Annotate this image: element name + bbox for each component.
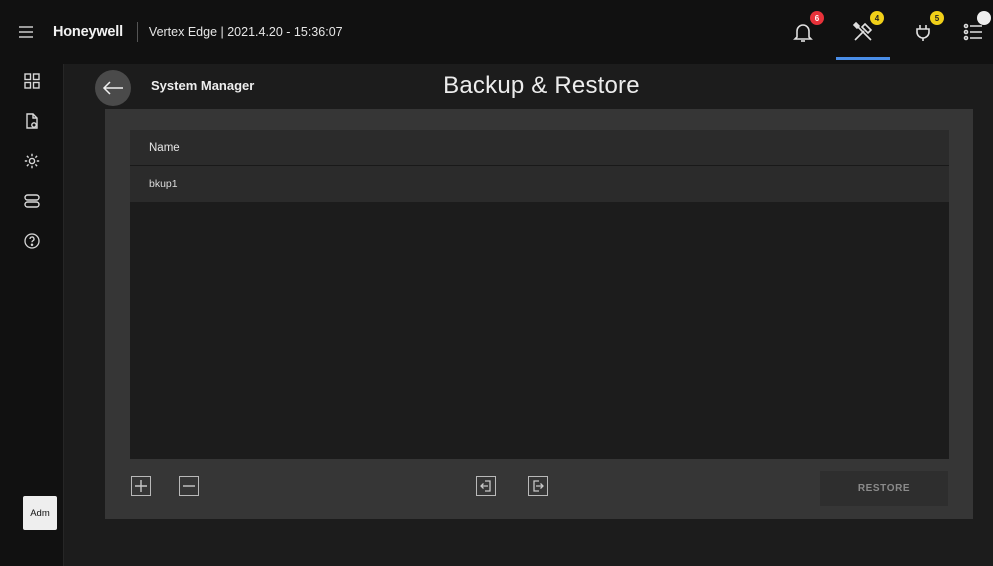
export-icon xyxy=(533,480,544,492)
backup-table: Name bkup1 xyxy=(130,130,949,459)
top-icons: 6 4 5 xyxy=(773,0,993,64)
brand-logo: Honeywell xyxy=(53,24,123,40)
connections-button[interactable]: 5 xyxy=(893,0,953,64)
notification-badge: 6 xyxy=(810,11,824,25)
list-badge xyxy=(977,11,991,25)
bell-icon xyxy=(793,24,813,42)
table-row[interactable]: bkup1 xyxy=(130,166,949,202)
sidebar: Adm xyxy=(0,64,64,566)
connections-badge: 5 xyxy=(930,11,944,25)
plus-icon xyxy=(135,480,147,492)
sidebar-item-devices[interactable] xyxy=(22,191,42,211)
tools-icon xyxy=(852,21,873,41)
tools-button[interactable]: 4 xyxy=(833,0,893,64)
help-icon xyxy=(24,233,40,249)
document-icon xyxy=(26,113,38,129)
plug-icon xyxy=(916,25,930,41)
notifications-button[interactable]: 6 xyxy=(773,0,833,64)
event-list-button[interactable] xyxy=(953,0,993,64)
top-bar: Honeywell Vertex Edge | 2021.4.20 - 15:3… xyxy=(0,0,993,64)
column-header-name[interactable]: Name xyxy=(130,130,949,166)
add-backup-button[interactable] xyxy=(131,476,151,496)
user-avatar[interactable]: Adm xyxy=(23,496,57,530)
sidebar-item-settings[interactable] xyxy=(22,151,42,171)
export-backup-button[interactable] xyxy=(528,476,548,496)
hamburger-menu-icon[interactable] xyxy=(19,26,33,38)
header-divider xyxy=(136,22,138,42)
import-backup-button[interactable] xyxy=(476,476,496,496)
sidebar-item-documents[interactable] xyxy=(22,111,42,131)
minus-icon xyxy=(183,485,195,487)
backup-panel: Name bkup1 RESTORE xyxy=(105,109,973,519)
gear-icon xyxy=(24,153,40,169)
import-icon xyxy=(480,480,491,492)
page-title: Backup & Restore xyxy=(443,72,640,99)
restore-button[interactable]: RESTORE xyxy=(820,471,948,506)
delete-backup-button[interactable] xyxy=(179,476,199,496)
sidebar-item-help[interactable] xyxy=(22,231,42,251)
tools-badge: 4 xyxy=(870,11,884,25)
toggles-icon xyxy=(24,194,40,208)
site-info: Vertex Edge | 2021.4.20 - 15:36:07 xyxy=(148,25,343,39)
